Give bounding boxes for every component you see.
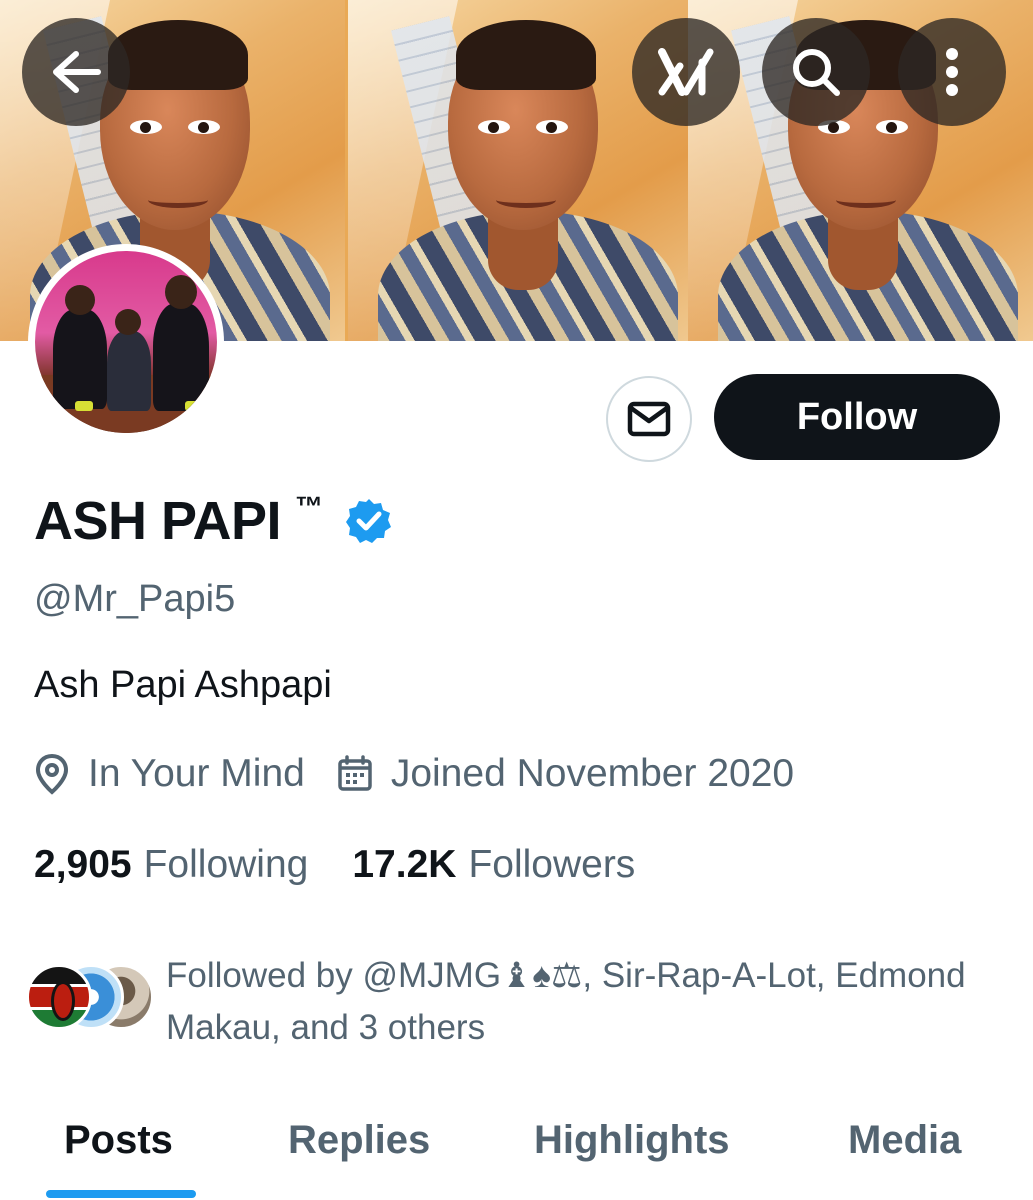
envelope-icon [627, 401, 671, 437]
calendar-icon [338, 755, 372, 791]
grok-button[interactable] [632, 18, 740, 126]
message-button[interactable] [606, 376, 692, 462]
following-label: Following [143, 843, 309, 886]
follower-avatar [26, 964, 92, 1030]
search-button[interactable] [762, 18, 870, 126]
active-tab-indicator [46, 1190, 196, 1198]
avatar-image [35, 251, 217, 433]
tab-highlights[interactable]: Highlights [534, 1118, 730, 1163]
tab-media[interactable]: Media [848, 1118, 961, 1163]
search-icon [793, 49, 840, 96]
following-count: 2,905 [34, 843, 132, 886]
grok-icon [658, 48, 714, 96]
more-options-button[interactable] [898, 18, 1006, 126]
joined-text: Joined November 2020 [390, 752, 795, 795]
profile-avatar[interactable] [28, 244, 224, 440]
joined-item: Joined November 2020 [337, 752, 794, 796]
name-row: ASH PAPI ™ [34, 490, 393, 552]
trademark-mark: ™ [295, 491, 324, 522]
location-item: In Your Mind [34, 752, 305, 796]
more-vertical-icon [946, 48, 958, 96]
followed-by-avatars[interactable] [26, 964, 156, 1032]
display-name: ASH PAPI [34, 491, 282, 551]
location-text: In Your Mind [88, 752, 305, 795]
verified-badge-icon[interactable] [345, 497, 393, 545]
followers-stat[interactable]: 17.2K Followers [352, 843, 635, 887]
arrow-left-icon [53, 51, 101, 93]
back-button[interactable] [22, 18, 130, 126]
followed-by-text[interactable]: Followed by @MJMG♝♠⚖, Sir-Rap-A-Lot, Edm… [166, 950, 986, 1054]
followers-label: Followers [468, 843, 636, 886]
tab-posts[interactable]: Posts [64, 1118, 173, 1163]
tab-replies[interactable]: Replies [288, 1118, 430, 1163]
follow-button[interactable]: Follow [714, 374, 1000, 460]
location-pin-icon [35, 753, 69, 795]
user-handle: @Mr_Papi5 [34, 578, 236, 620]
following-stat[interactable]: 2,905 Following [34, 843, 308, 887]
follow-stats: 2,905 Following 17.2K Followers [34, 843, 635, 887]
profile-meta: In Your Mind Joined November 2020 [34, 752, 794, 796]
profile-tabs: Posts Replies Highlights Media [0, 1108, 1033, 1200]
followers-count: 17.2K [352, 843, 457, 886]
user-bio: Ash Papi Ashpapi [34, 664, 332, 706]
